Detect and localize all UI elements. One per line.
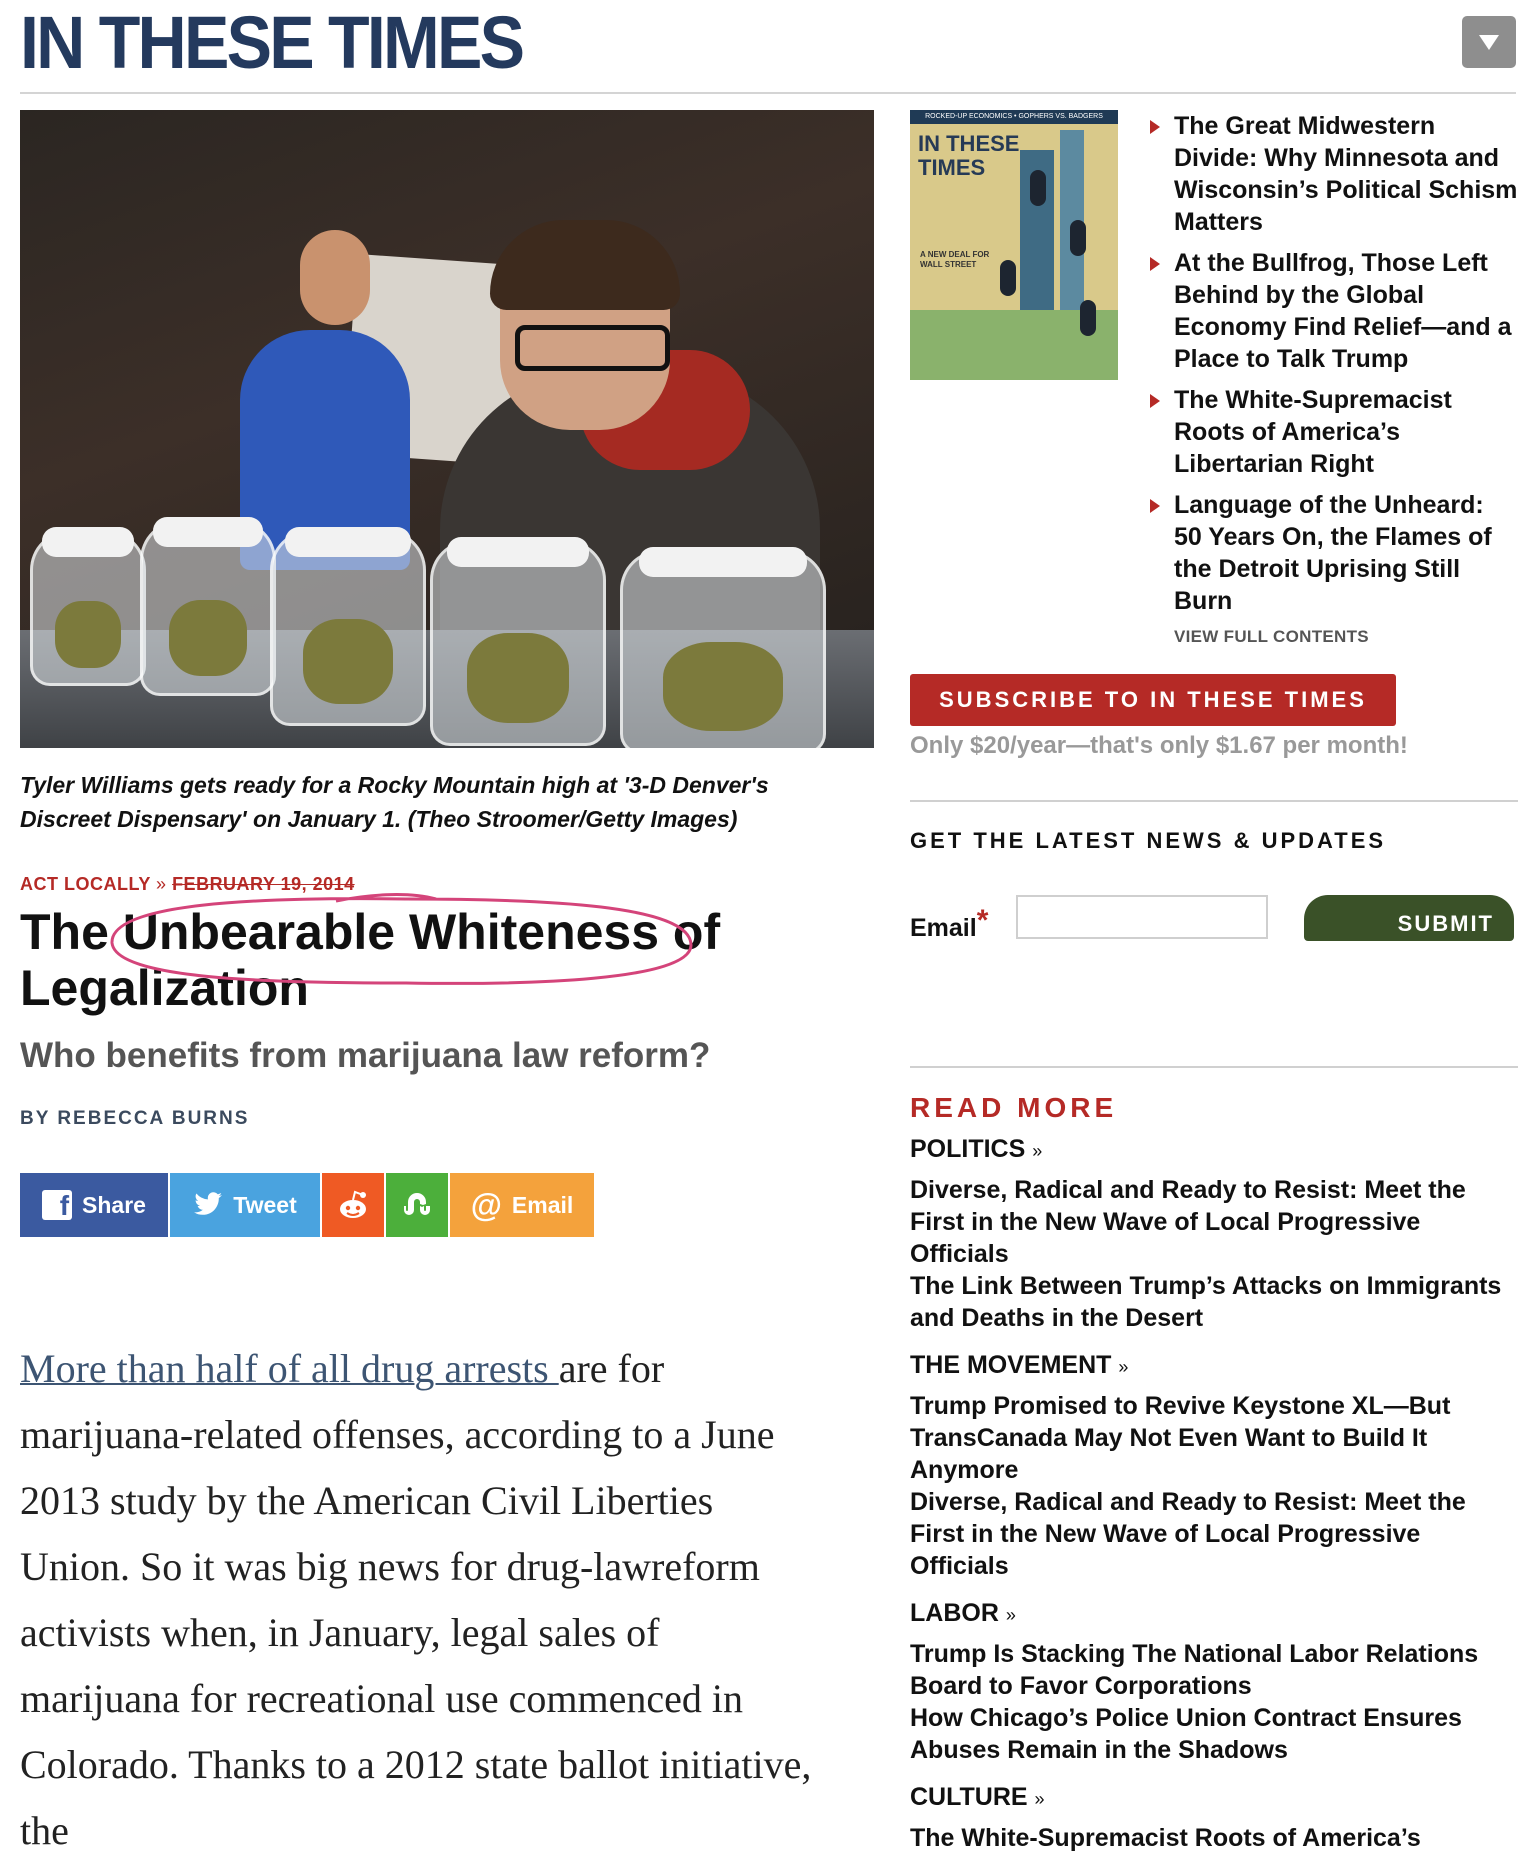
toc-item[interactable]: The Great Midwestern Divide: Why Minneso… bbox=[1148, 110, 1518, 238]
pen-circle-annotation bbox=[110, 893, 693, 985]
photo-caption: Tyler Williams gets ready for a Rocky Mo… bbox=[20, 772, 769, 832]
cover-art-figure bbox=[1030, 170, 1046, 206]
jar bbox=[430, 537, 606, 746]
read-more-section: THE MOVEMENT » Trump Promised to Revive … bbox=[910, 1350, 1510, 1582]
section-name-link[interactable]: LABOR » bbox=[910, 1598, 1510, 1630]
stumbleupon-icon bbox=[404, 1193, 430, 1215]
read-more-link[interactable]: The White-Supremacist Roots of America’s bbox=[910, 1822, 1510, 1854]
twitter-icon bbox=[194, 1192, 223, 1215]
read-more-link[interactable]: Trump Promised to Revive Keystone XL—But… bbox=[910, 1390, 1510, 1486]
facebook-share-button[interactable]: f Share bbox=[20, 1173, 168, 1237]
subscription-price: Only $20/year—that's only $1.67 per mont… bbox=[910, 732, 1408, 759]
at-sign-icon: @ bbox=[470, 1186, 502, 1223]
required-asterisk: * bbox=[976, 904, 989, 937]
read-more-link[interactable]: Trump Is Stacking The National Labor Rel… bbox=[910, 1638, 1510, 1702]
article-date: FEBRUARY 19, 2014 bbox=[172, 874, 355, 894]
share-bar: f Share Tweet @ Email bbox=[20, 1173, 596, 1237]
cover-art-figure bbox=[1080, 300, 1096, 336]
read-more-link[interactable]: Diverse, Radical and Ready to Resist: Me… bbox=[910, 1174, 1510, 1270]
read-more-section: CULTURE » The White-Supremacist Roots of… bbox=[910, 1782, 1510, 1854]
glasses bbox=[515, 325, 670, 371]
menu-button[interactable] bbox=[1462, 16, 1516, 68]
section-name-link[interactable]: CULTURE » bbox=[910, 1782, 1510, 1814]
reddit-icon bbox=[340, 1190, 366, 1218]
article-kicker: ACT LOCALLY » FEBRUARY 19, 2014 bbox=[20, 874, 355, 895]
cover-masthead: IN THESE TIMES bbox=[918, 131, 1020, 180]
hero-photo bbox=[20, 110, 874, 748]
chevron-down-icon bbox=[1479, 34, 1499, 50]
facebook-share-label: Share bbox=[82, 1191, 146, 1218]
body-paragraph: are for marijuana-related offenses, acco… bbox=[20, 1346, 812, 1853]
man-blue-shirt-head bbox=[300, 230, 370, 325]
drug-arrests-link[interactable]: More than half of all drug arrests bbox=[20, 1346, 559, 1391]
cover-art-figure bbox=[1000, 260, 1016, 296]
twitter-share-button[interactable]: Tweet bbox=[170, 1173, 320, 1237]
cover-tagline: A NEW DEAL FOR WALL STREET bbox=[920, 250, 990, 269]
divider bbox=[910, 800, 1518, 802]
hair bbox=[490, 220, 680, 310]
issue-contents: The Great Midwestern Divide: Why Minneso… bbox=[1148, 110, 1518, 626]
read-more-link[interactable]: The Link Between Trump’s Attacks on Immi… bbox=[910, 1270, 1510, 1334]
section-name-link[interactable]: THE MOVEMENT » bbox=[910, 1350, 1510, 1382]
facebook-icon: f bbox=[42, 1190, 73, 1220]
jar bbox=[270, 527, 426, 726]
cover-top-line: ROCKED-UP ECONOMICS • GOPHERS VS. BADGER… bbox=[910, 110, 1118, 124]
site-header: IN THESE TIMES bbox=[20, 0, 1516, 94]
jar bbox=[620, 547, 826, 748]
toc-item[interactable]: Language of the Unheard: 50 Years On, th… bbox=[1148, 489, 1518, 617]
jar bbox=[30, 527, 146, 686]
reddit-share-button[interactable] bbox=[322, 1173, 384, 1237]
email-share-label: Email bbox=[511, 1191, 574, 1218]
section-link[interactable]: ACT LOCALLY bbox=[20, 874, 151, 894]
twitter-share-label: Tweet bbox=[233, 1191, 297, 1218]
subscribe-button[interactable]: SUBSCRIBE TO IN THESE TIMES bbox=[910, 674, 1396, 726]
kicker-separator: » bbox=[156, 874, 167, 894]
submit-button[interactable]: SUBMIT bbox=[1304, 895, 1514, 941]
byline[interactable]: BY REBECCA BURNS bbox=[20, 1108, 249, 1130]
newsletter-heading: GET THE LATEST NEWS & UPDATES bbox=[910, 828, 1387, 853]
article-subtitle: Who benefits from marijuana law reform? bbox=[20, 1036, 711, 1075]
read-more-link[interactable]: Diverse, Radical and Ready to Resist: Me… bbox=[910, 1486, 1510, 1582]
toc-item[interactable]: At the Bullfrog, Those Left Behind by th… bbox=[1148, 247, 1518, 375]
divider bbox=[910, 1066, 1518, 1068]
read-more-link[interactable]: How Chicago’s Police Union Contract Ensu… bbox=[910, 1702, 1510, 1766]
read-more-sections: POLITICS » Diverse, Radical and Ready to… bbox=[910, 1134, 1510, 1870]
article-body: More than half of all drug arrests are f… bbox=[20, 1336, 820, 1864]
jar bbox=[140, 517, 276, 696]
email-share-button[interactable]: @ Email bbox=[450, 1173, 594, 1237]
section-name-link[interactable]: POLITICS » bbox=[910, 1134, 1510, 1166]
read-more-heading: READ MORE bbox=[910, 1092, 1118, 1123]
email-field[interactable] bbox=[1016, 895, 1268, 939]
view-full-contents-link[interactable]: VIEW FULL CONTENTS bbox=[1174, 627, 1369, 647]
magazine-cover[interactable]: ROCKED-UP ECONOMICS • GOPHERS VS. BADGER… bbox=[910, 110, 1118, 380]
toc-item[interactable]: The White-Supremacist Roots of America’s… bbox=[1148, 384, 1518, 480]
stumbleupon-share-button[interactable] bbox=[386, 1173, 448, 1237]
read-more-section: POLITICS » Diverse, Radical and Ready to… bbox=[910, 1134, 1510, 1334]
email-label: Email* bbox=[910, 904, 989, 942]
cover-art-figure bbox=[1070, 220, 1086, 256]
read-more-section: LABOR » Trump Is Stacking The National L… bbox=[910, 1598, 1510, 1766]
site-logo[interactable]: IN THESE TIMES bbox=[20, 6, 525, 80]
